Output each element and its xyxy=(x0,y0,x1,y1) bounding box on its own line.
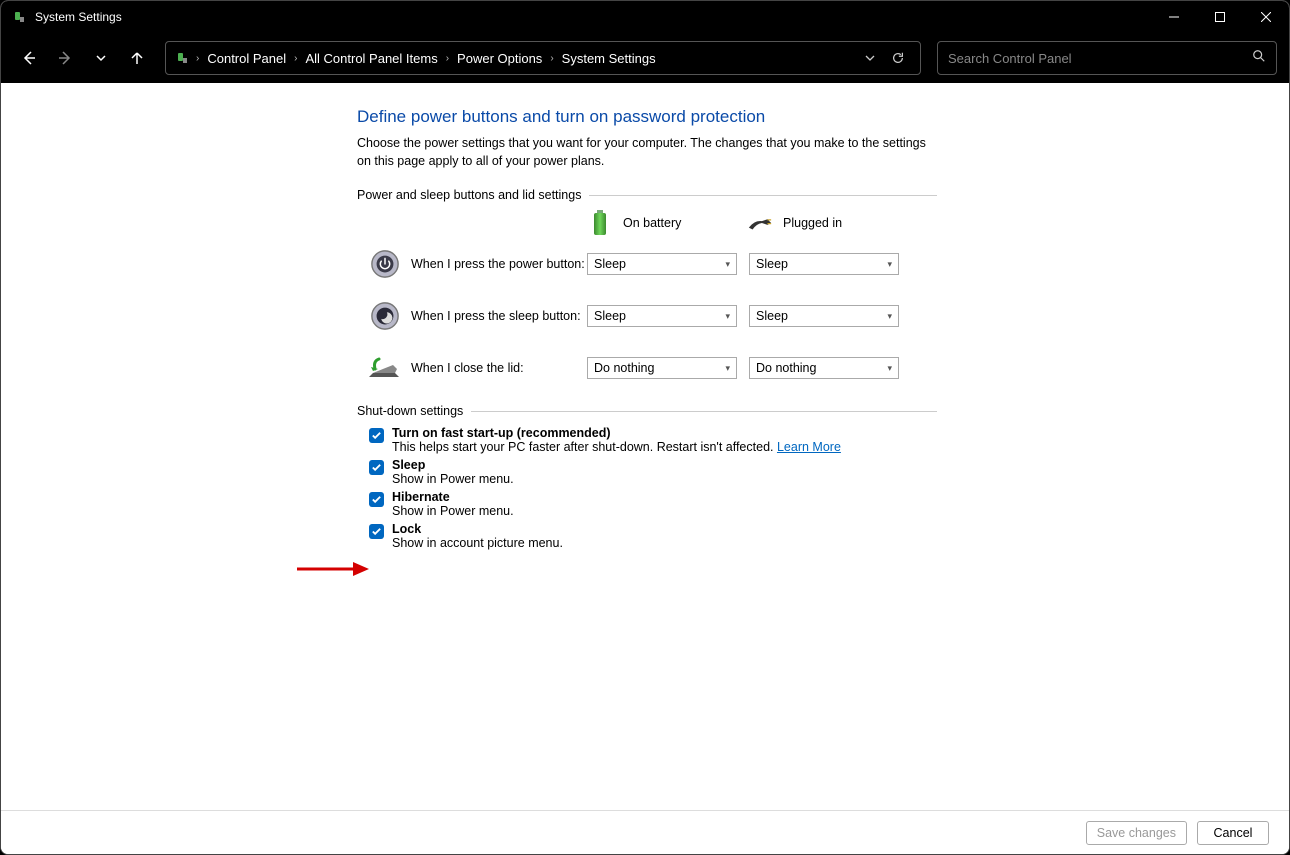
chevron-down-icon: ▾ xyxy=(725,363,730,374)
power-button-icon xyxy=(369,248,401,280)
row-power-button: When I press the power button: xyxy=(369,248,587,280)
column-plugged-in: Plugged in xyxy=(747,210,907,236)
power-section-legend: Power and sleep buttons and lid settings xyxy=(357,188,937,202)
address-bar[interactable]: › Control Panel › All Control Panel Item… xyxy=(165,41,921,75)
app-icon xyxy=(11,9,27,25)
chevron-down-icon: ▾ xyxy=(887,363,892,374)
battery-icon xyxy=(587,210,613,236)
chevron-right-icon: › xyxy=(292,53,299,64)
lock-checkbox[interactable] xyxy=(369,524,384,539)
sleep-checkbox[interactable] xyxy=(369,460,384,475)
window-title: System Settings xyxy=(35,10,122,24)
breadcrumb-item[interactable]: Control Panel xyxy=(201,47,292,70)
save-changes-button[interactable]: Save changes xyxy=(1086,821,1187,845)
column-on-battery: On battery xyxy=(587,210,747,236)
back-button[interactable] xyxy=(13,42,45,74)
search-input[interactable] xyxy=(948,51,1252,66)
system-settings-window: System Settings › Control xyxy=(0,0,1290,855)
footer: Save changes Cancel xyxy=(1,810,1289,854)
lock-label: Lock Show in account picture menu. xyxy=(392,522,563,550)
row-sleep-button: When I press the sleep button: xyxy=(369,300,587,332)
sleep-button-plugged-select[interactable]: Sleep▾ xyxy=(749,305,899,327)
close-button[interactable] xyxy=(1243,1,1289,33)
address-icon xyxy=(174,50,190,66)
refresh-button[interactable] xyxy=(884,44,912,72)
page-description: Choose the power settings that you want … xyxy=(357,135,937,170)
sleep-button-battery-select[interactable]: Sleep▾ xyxy=(587,305,737,327)
sleep-label: Sleep Show in Power menu. xyxy=(392,458,514,486)
hibernate-label: Hibernate Show in Power menu. xyxy=(392,490,514,518)
fast-startup-label: Turn on fast start-up (recommended) This… xyxy=(392,426,841,454)
page-heading: Define power buttons and turn on passwor… xyxy=(357,107,937,127)
learn-more-link[interactable]: Learn More xyxy=(777,440,841,454)
shutdown-section-legend: Shut-down settings xyxy=(357,404,937,418)
forward-button[interactable] xyxy=(49,42,81,74)
cancel-button[interactable]: Cancel xyxy=(1197,821,1269,845)
search-icon xyxy=(1252,49,1266,68)
breadcrumb-item[interactable]: All Control Panel Items xyxy=(299,47,443,70)
laptop-lid-icon xyxy=(369,352,401,384)
chevron-right-icon: › xyxy=(194,53,201,64)
plug-icon xyxy=(747,210,773,236)
chevron-down-icon: ▾ xyxy=(725,259,730,270)
sleep-button-icon xyxy=(369,300,401,332)
breadcrumb-item[interactable]: System Settings xyxy=(556,47,662,70)
maximize-button[interactable] xyxy=(1197,1,1243,33)
fast-startup-checkbox[interactable] xyxy=(369,428,384,443)
search-box[interactable] xyxy=(937,41,1277,75)
chevron-right-icon: › xyxy=(444,53,451,64)
row-close-lid: When I close the lid: xyxy=(369,352,587,384)
titlebar: System Settings xyxy=(1,1,1289,33)
lid-battery-select[interactable]: Do nothing▾ xyxy=(587,357,737,379)
content-area: Define power buttons and turn on passwor… xyxy=(1,83,1289,810)
address-dropdown-button[interactable] xyxy=(856,44,884,72)
chevron-right-icon: › xyxy=(548,53,555,64)
breadcrumb-item[interactable]: Power Options xyxy=(451,47,548,70)
chevron-down-icon: ▾ xyxy=(887,311,892,322)
up-button[interactable] xyxy=(121,42,153,74)
navbar: › Control Panel › All Control Panel Item… xyxy=(1,33,1289,83)
minimize-button[interactable] xyxy=(1151,1,1197,33)
chevron-down-icon: ▾ xyxy=(725,311,730,322)
hibernate-checkbox[interactable] xyxy=(369,492,384,507)
lid-plugged-select[interactable]: Do nothing▾ xyxy=(749,357,899,379)
power-button-plugged-select[interactable]: Sleep▾ xyxy=(749,253,899,275)
recent-locations-button[interactable] xyxy=(85,42,117,74)
power-button-battery-select[interactable]: Sleep▾ xyxy=(587,253,737,275)
power-settings-grid: On battery Plugged in xyxy=(369,210,937,384)
chevron-down-icon: ▾ xyxy=(887,259,892,270)
shutdown-settings-list: Turn on fast start-up (recommended) This… xyxy=(357,426,937,550)
annotation-arrow-icon xyxy=(295,559,371,584)
